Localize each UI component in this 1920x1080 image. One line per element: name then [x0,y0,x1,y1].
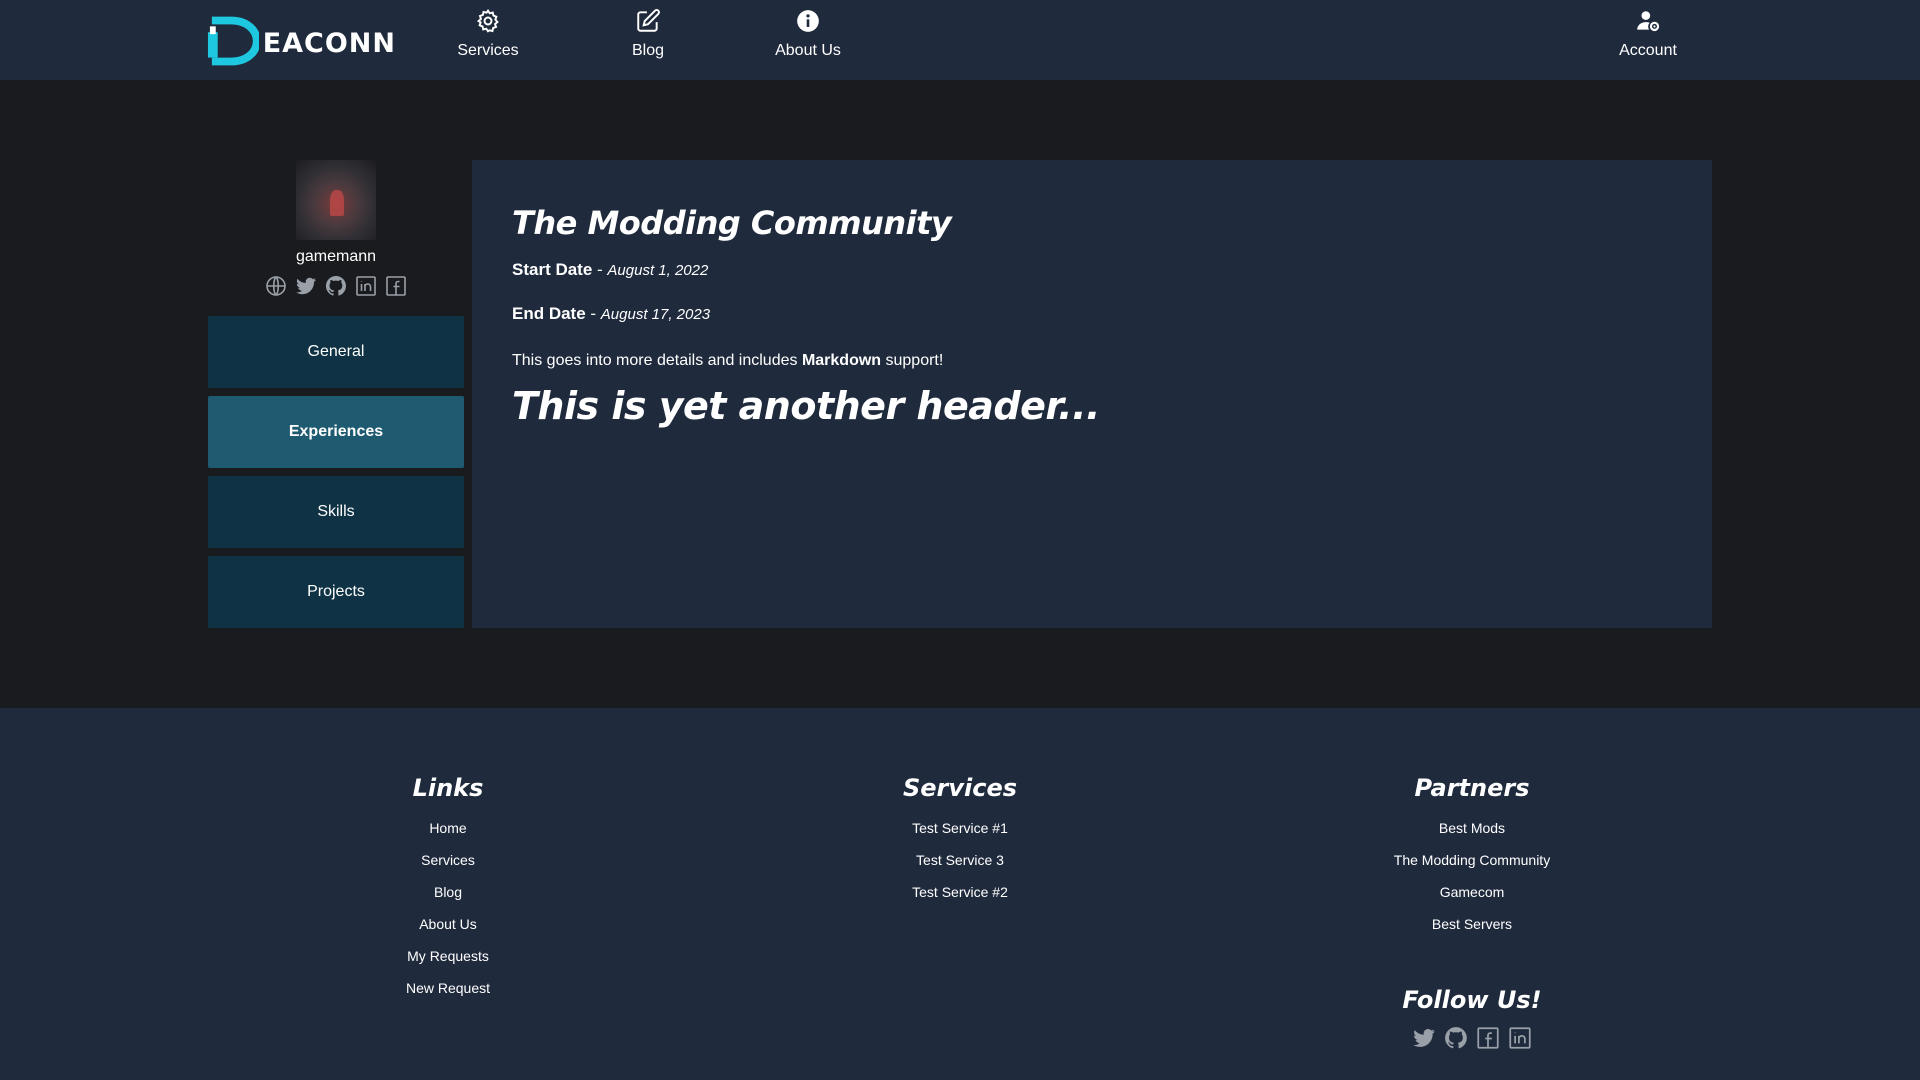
footer-link-services[interactable]: Services [421,844,475,876]
footer-service-link[interactable]: Test Service #2 [912,876,1008,908]
footer-follow-title: Follow Us! [1402,986,1542,1014]
facebook-icon[interactable] [1475,1025,1501,1051]
footer-link-home[interactable]: Home [429,812,466,844]
tab-projects[interactable]: Projects [208,556,464,628]
nav-label: About Us [775,42,841,59]
navbar: EACONN Services Blog About Us Account [0,0,1920,80]
twitter-icon[interactable] [294,274,318,298]
desc-text: This goes into more details and includes [512,352,802,369]
footer-services-title: Services [902,774,1018,802]
profile-panel: gamemann [208,160,464,298]
globe-icon[interactable] [264,274,288,298]
desc-text-end: support! [881,352,944,369]
brand-name: EACONN [262,27,396,59]
brand-logo[interactable]: EACONN [206,14,396,66]
footer-partners-title: Partners [1414,774,1530,802]
footer-partner-link[interactable]: Best Servers [1432,908,1512,940]
end-date-label: End Date [512,304,586,323]
nav-blog[interactable]: Blog [628,8,668,70]
footer-link-new-request[interactable]: New Request [406,972,490,1004]
nav-label: Account [1619,42,1677,59]
end-date-separator: - [585,304,601,323]
experience-subheader: This is yet another header... [512,384,1101,428]
tab-experiences[interactable]: Experiences [208,396,464,468]
user-cog-icon [1637,11,1660,32]
edit-icon [637,9,660,32]
experience-description: This goes into more details and includes… [512,352,1672,370]
nav-label: Services [457,42,519,59]
footer-service-link[interactable]: Test Service 3 [916,844,1004,876]
footer-services-column: Services Test Service #1 Test Service 3 … [800,774,1120,908]
tab-skills[interactable]: Skills [208,476,464,548]
footer-link-my-requests[interactable]: My Requests [407,940,489,972]
start-date-separator: - [592,260,608,279]
nav-label: Blog [631,42,665,59]
experience-title: The Modding Community [512,204,952,242]
profile-tabs: General Experiences Skills Projects [208,316,464,628]
logo-d-icon [207,16,259,66]
linkedin-icon[interactable] [354,274,378,298]
desc-bold: Markdown [801,352,882,369]
footer-socials [1411,1026,1533,1050]
nav-services[interactable]: Services [455,8,521,70]
footer: Links Home Services Blog About Us My Req… [0,708,1920,1080]
profile-socials [264,274,408,298]
avatar [296,160,376,240]
github-icon[interactable] [1443,1025,1469,1051]
gear-icon [476,8,499,33]
footer-partner-link[interactable]: Best Mods [1439,812,1505,844]
nav-account[interactable]: Account [1614,8,1682,70]
start-date-label: Start Date [512,260,593,279]
username: gamemann [295,248,377,265]
footer-link-blog[interactable]: Blog [434,876,462,908]
tab-general[interactable]: General [208,316,464,388]
footer-service-link[interactable]: Test Service #1 [912,812,1008,844]
footer-links-title: Links [412,774,484,802]
twitter-icon[interactable] [1411,1025,1437,1051]
footer-partner-link[interactable]: The Modding Community [1394,844,1550,876]
nav-about-us[interactable]: About Us [770,8,846,70]
end-date: End Date - August 17, 2023 [512,304,1672,324]
footer-links-column: Links Home Services Blog About Us My Req… [288,774,608,1004]
start-date: Start Date - August 1, 2022 [512,260,1672,280]
linkedin-icon[interactable] [1507,1025,1533,1051]
facebook-icon[interactable] [384,274,408,298]
info-icon [797,10,819,32]
footer-follow: Follow Us! [1312,986,1632,1050]
experience-card: The Modding Community Start Date - Augus… [472,160,1712,628]
footer-partners-column: Partners Best Mods The Modding Community… [1312,774,1632,940]
github-icon[interactable] [324,274,348,298]
end-date-value: August 17, 2023 [600,306,711,323]
footer-partner-link[interactable]: Gamecom [1440,876,1505,908]
start-date-value: August 1, 2022 [607,262,709,279]
footer-link-about-us[interactable]: About Us [419,908,477,940]
